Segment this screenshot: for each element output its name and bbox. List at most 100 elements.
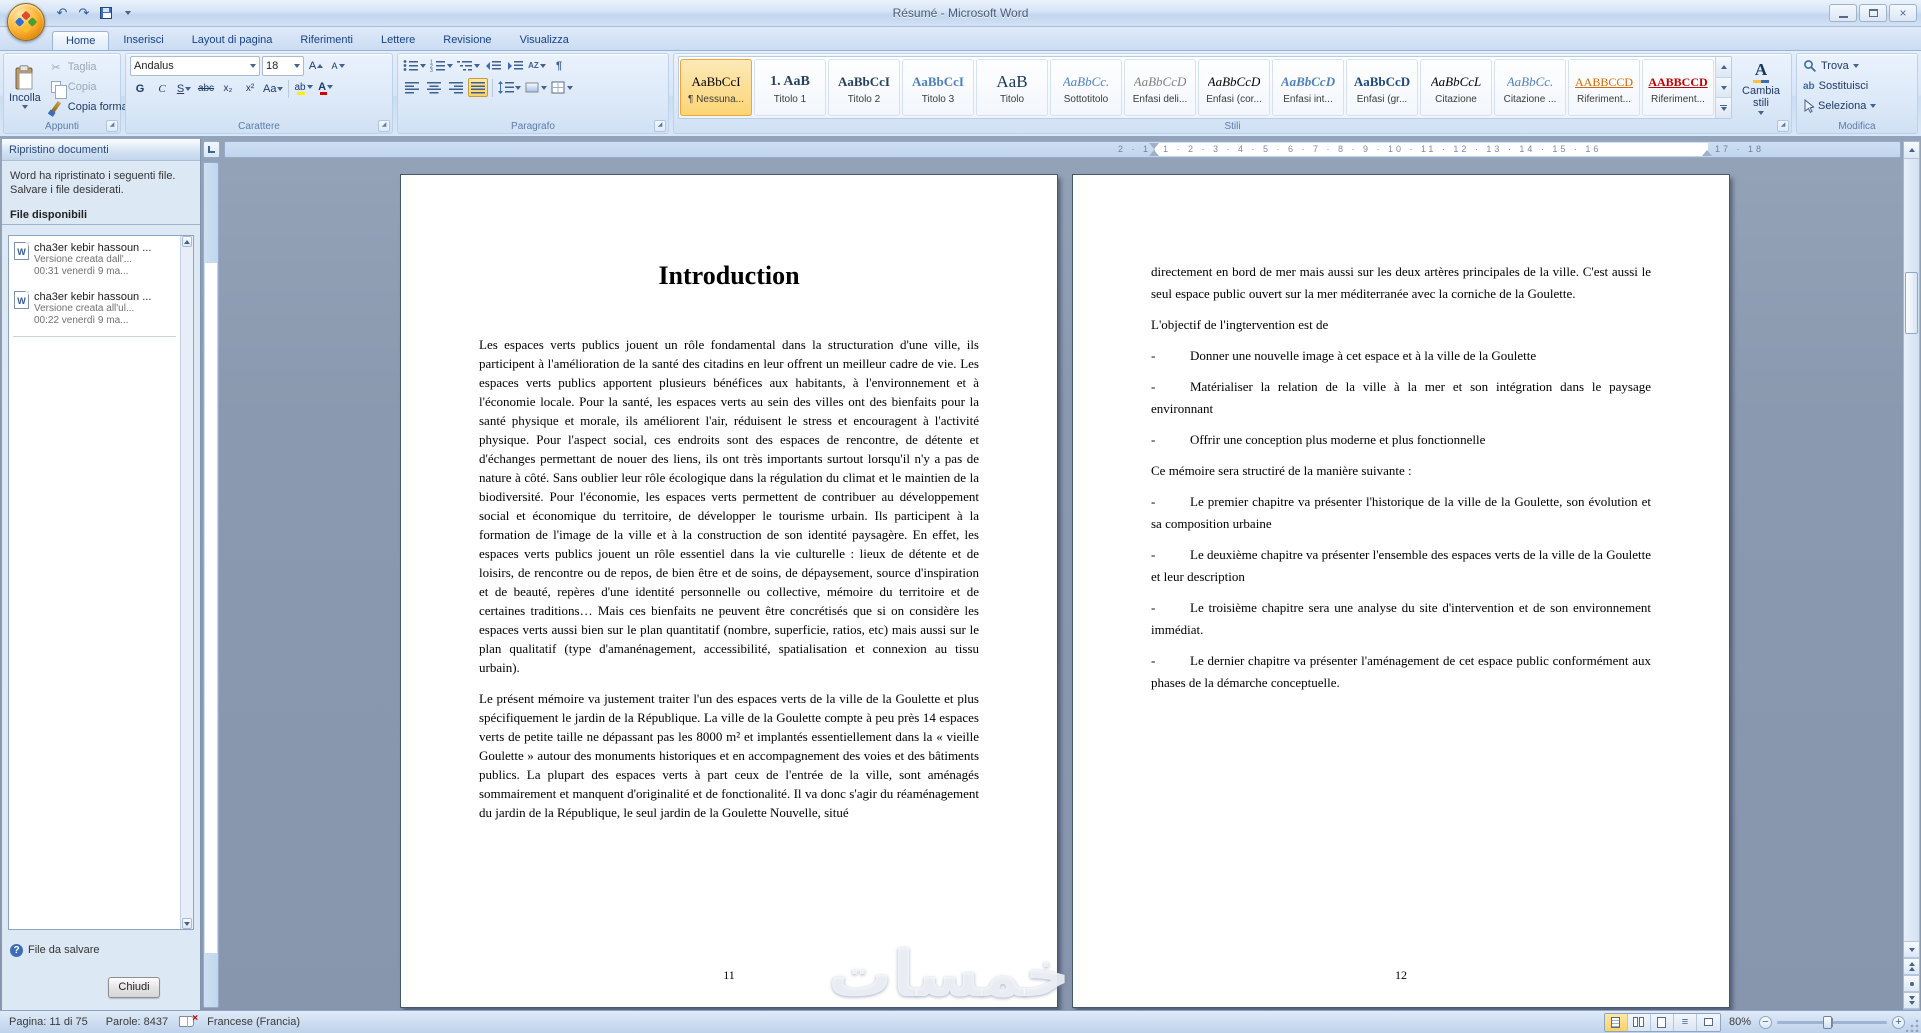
tab-riferimenti[interactable]: Riferimenti [286,30,367,50]
style-item-titolo[interactable]: AaB Titolo [976,59,1048,116]
tab-inserisci[interactable]: Inserisci [109,30,177,50]
zoom-slider-thumb[interactable] [1823,1015,1833,1029]
tab-visualizza[interactable]: Visualizza [506,30,583,50]
underline-button[interactable]: S [174,79,194,98]
align-left-button[interactable] [402,78,422,97]
styles-scroll-up-button[interactable] [1716,57,1731,78]
undo-button[interactable]: ↶ [52,3,72,23]
style-item-titolo-3[interactable]: AaBbCcI Titolo 3 [902,59,974,116]
appunti-dialog-launcher[interactable] [106,120,118,132]
tab-layout-di-pagina[interactable]: Layout di pagina [178,30,287,50]
scroll-up-button[interactable] [182,236,192,247]
close-button[interactable]: × [1889,4,1917,22]
shading-button[interactable] [524,78,548,97]
minimize-button[interactable] [1829,4,1857,22]
increase-indent-button[interactable] [505,56,525,75]
carattere-dialog-launcher[interactable] [378,120,390,132]
style-item-enfasi-corsivo[interactable]: AaBbCcD Enfasi (cor... [1198,59,1270,116]
outline-view-button[interactable]: ≡ [1673,1013,1697,1031]
which-file-label[interactable]: File da salvare [28,944,100,956]
language-indicator[interactable]: Francese (Francia) [198,1011,309,1033]
horizontal-ruler[interactable]: 2 · 1 1 · 2 · 3 · 4 · 5 · 6 · 7 · 8 · 9 … [224,141,1901,158]
scrollbar-thumb[interactable] [1905,272,1918,334]
previous-page-button[interactable] [1904,958,1919,975]
tab-home[interactable]: Home [52,31,110,51]
font-size-select[interactable]: 18 [262,56,304,76]
resize-grip[interactable] [1906,1018,1920,1032]
draft-view-button[interactable] [1696,1013,1720,1031]
scroll-down-button[interactable] [1904,941,1919,958]
tab-lettere[interactable]: Lettere [367,30,429,50]
tab-revisione[interactable]: Revisione [429,30,505,50]
style-item-enfasi-delicata[interactable]: AaBbCcD Enfasi deli... [1124,59,1196,116]
maximize-button[interactable] [1859,4,1887,22]
line-spacing-button[interactable] [497,78,522,97]
borders-button[interactable] [550,78,574,97]
italic-button[interactable]: C [152,79,172,98]
select-browse-object-button[interactable] [1904,975,1919,992]
vertical-scrollbar[interactable] [1903,141,1920,1010]
paragrafo-dialog-launcher[interactable] [654,120,666,132]
hanging-indent-marker[interactable] [1149,150,1159,156]
subscript-button[interactable]: x₂ [218,79,238,98]
word-count[interactable]: Parole: 8437 [97,1011,177,1033]
style-item-riferimento-intenso[interactable]: AABBCCD Riferiment... [1642,59,1714,116]
print-layout-view-button[interactable] [1604,1013,1628,1031]
shrink-font-button[interactable]: A [328,57,348,76]
font-name-select[interactable]: Andalus [130,56,260,76]
recovery-list-scrollbar[interactable] [180,236,193,929]
recovered-file-item[interactable]: W cha3er kebir hassoun ... Versione crea… [9,285,180,334]
style-item-titolo-1[interactable]: 1. AaB Titolo 1 [754,59,826,116]
close-pane-button[interactable]: Chiudi [108,977,160,998]
redo-button[interactable]: ↷ [74,3,94,23]
find-button[interactable]: Trova [1801,57,1913,75]
change-styles-button[interactable]: A Cambia stili [1735,56,1787,119]
style-item-enfasi-grassetto[interactable]: AaBbCcD Enfasi (gr... [1346,59,1418,116]
highlight-color-button[interactable]: ab [293,79,313,98]
stili-dialog-launcher[interactable] [1777,120,1789,132]
font-color-button[interactable]: A [316,79,336,98]
strikethrough-button[interactable]: abc [196,79,216,98]
scroll-up-button[interactable] [1904,142,1919,159]
zoom-in-button[interactable]: + [1892,1015,1905,1029]
first-line-indent-marker[interactable] [1149,143,1159,149]
replace-button[interactable]: ab Sostituisci [1801,77,1913,95]
show-paragraph-marks-button[interactable]: ¶ [549,56,569,75]
web-layout-view-button[interactable] [1650,1013,1674,1031]
recovered-file-item[interactable]: W cha3er kebir hassoun ... Versione crea… [9,236,180,285]
scroll-down-button[interactable] [182,918,192,929]
style-item-sottotitolo[interactable]: AaBbCc. Sottotitolo [1050,59,1122,116]
style-item-citazione[interactable]: AaBbCcL Citazione [1420,59,1492,116]
justify-button[interactable] [468,78,488,97]
align-right-button[interactable] [446,78,466,97]
spelling-status-button[interactable]: × [179,1013,198,1029]
numbering-button[interactable]: 123 [429,56,454,75]
style-item-enfasi-intensa[interactable]: AaBbCcD Enfasi int... [1272,59,1344,116]
bullets-button[interactable] [402,56,427,75]
decrease-indent-button[interactable] [483,56,503,75]
bold-button[interactable]: G [130,79,150,98]
style-item-nessuna-spaziatura[interactable]: AaBbCcI ¶ Nessuna... [680,59,752,116]
page-indicator[interactable]: Pagina: 11 di 75 [0,1011,97,1033]
right-indent-marker[interactable] [1702,150,1712,156]
save-button[interactable] [96,3,116,23]
office-button[interactable] [7,3,45,41]
paste-button[interactable]: Incolla [8,56,42,118]
sort-button[interactable]: AZ [527,56,547,75]
style-item-titolo-2[interactable]: AaBbCcI Titolo 2 [828,59,900,116]
page-content[interactable]: Introduction Les espaces verts publics j… [401,175,1057,1007]
select-button[interactable]: Seleziona [1801,97,1913,115]
page-content[interactable]: directement en bord de mer mais aussi su… [1073,175,1729,1007]
zoom-level[interactable]: 80% [1729,1016,1751,1028]
change-case-button[interactable]: Aa [262,79,284,98]
next-page-button[interactable] [1904,992,1919,1009]
styles-scroll-down-button[interactable] [1716,77,1731,99]
tab-stop-selector[interactable] [203,141,220,158]
zoom-slider-track[interactable] [1777,1015,1887,1029]
align-center-button[interactable] [424,78,444,97]
style-item-citazione-intensa[interactable]: AaBbCc. Citazione ... [1494,59,1566,116]
zoom-out-button[interactable]: − [1759,1015,1772,1029]
multilevel-list-button[interactable] [456,56,481,75]
styles-more-button[interactable] [1716,98,1731,118]
customize-qat-button[interactable] [118,3,138,23]
